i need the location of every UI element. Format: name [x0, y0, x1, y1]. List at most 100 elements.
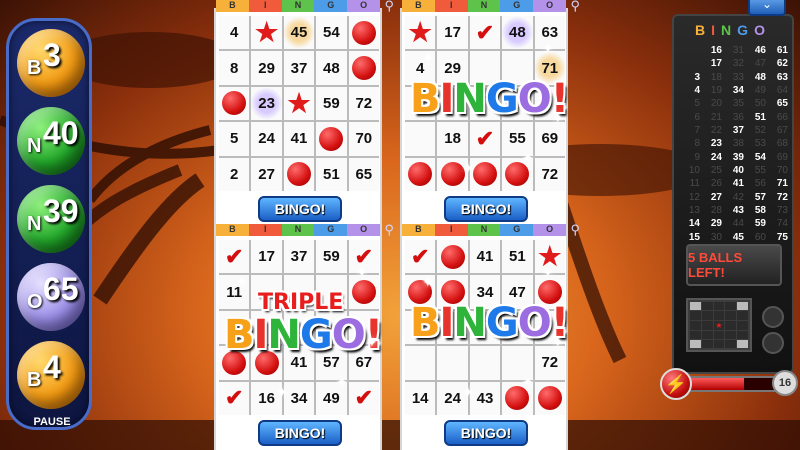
card-header-letter: G: [500, 0, 534, 12]
card-header-letter: N: [281, 224, 315, 236]
pattern-cell: [725, 311, 737, 320]
card-cell[interactable]: [405, 346, 436, 380]
card-cell[interactable]: 72: [348, 86, 379, 121]
card-cell[interactable]: 37: [283, 51, 315, 85]
called-number: 21: [710, 111, 722, 123]
check-daub-icon[interactable]: [469, 16, 501, 50]
card-cell[interactable]: 37: [283, 240, 315, 274]
card-cell[interactable]: 17: [437, 16, 468, 50]
called-number: 37: [732, 124, 744, 136]
red-daub-icon[interactable]: [283, 157, 315, 191]
called-number: 45: [732, 231, 744, 243]
red-daub-icon[interactable]: [348, 51, 379, 85]
card-header-letter: G: [500, 224, 534, 236]
card-cell[interactable]: 2: [219, 157, 250, 191]
zoom-icon[interactable]: ⚲: [570, 222, 580, 238]
card-cell[interactable]: 72: [534, 157, 565, 191]
check-daub-icon[interactable]: [405, 240, 436, 274]
zoom-icon[interactable]: ⚲: [384, 222, 394, 238]
pattern-cell: [713, 339, 725, 348]
card-cell[interactable]: 59: [316, 86, 347, 121]
card-cell[interactable]: 34: [283, 381, 315, 415]
card-cell[interactable]: 48: [316, 51, 347, 85]
card-cell[interactable]: 51: [502, 240, 533, 274]
red-daub-icon[interactable]: [405, 157, 436, 191]
called-balls-rail[interactable]: B 3 N 40 N 39 O 65 B 4 PAUSE: [6, 18, 92, 430]
card-cell[interactable]: 27: [251, 157, 282, 191]
ball-letter: B: [27, 57, 42, 79]
card-cell[interactable]: 29: [251, 51, 282, 85]
card-cell[interactable]: 17: [251, 240, 282, 274]
card-header-letter: B: [402, 0, 435, 12]
card-cell[interactable]: 70: [348, 122, 379, 156]
card-cell[interactable]: 23: [251, 86, 282, 121]
card-cell[interactable]: 65: [348, 157, 379, 191]
check-daub-icon[interactable]: [469, 122, 501, 156]
star-daub-icon[interactable]: [251, 16, 282, 50]
bingo-button[interactable]: BINGO!: [444, 420, 528, 446]
card-cell[interactable]: 59: [316, 240, 347, 274]
bingo-button[interactable]: BINGO!: [444, 196, 528, 222]
chevron-down-icon: ⌄: [761, 0, 773, 11]
red-daub-icon[interactable]: [348, 16, 379, 50]
pattern-cell: [690, 320, 701, 330]
sparkle-icon: ✦: [276, 384, 288, 400]
sparkle-icon: ✦: [462, 384, 474, 400]
sparkle-icon: ✦: [462, 160, 474, 176]
card-cell[interactable]: 41: [469, 240, 501, 274]
card-cell[interactable]: [437, 346, 468, 380]
red-daub-icon[interactable]: [437, 240, 468, 274]
card-cell[interactable]: [405, 122, 436, 156]
card-cell[interactable]: 51: [316, 157, 347, 191]
card-cell[interactable]: 41: [283, 122, 315, 156]
pattern-cell: [725, 320, 737, 330]
balls-left-indicator: 5 BALLS LEFT!: [686, 244, 782, 286]
card-cell[interactable]: 72: [534, 346, 565, 380]
card-cell[interactable]: 24: [251, 122, 282, 156]
zoom-icon[interactable]: ⚲: [570, 0, 580, 14]
ball-number: 39: [43, 193, 79, 229]
card-cell[interactable]: 54: [316, 16, 347, 50]
red-daub-icon[interactable]: [469, 157, 501, 191]
red-daub-icon[interactable]: [534, 381, 565, 415]
card-cell[interactable]: 48: [502, 16, 533, 50]
lightning-icon[interactable]: ⚡: [660, 368, 692, 400]
title-letter: N: [721, 22, 738, 38]
star-daub-icon[interactable]: [405, 16, 436, 50]
red-daub-icon[interactable]: [219, 86, 250, 121]
bingo-button[interactable]: BINGO!: [258, 196, 342, 222]
card-cell[interactable]: 18: [437, 122, 468, 156]
called-number: 40: [732, 164, 744, 176]
card-cell[interactable]: 69: [534, 122, 565, 156]
called-number: 64: [776, 84, 788, 96]
pattern-cell: [690, 302, 701, 311]
zoom-icon[interactable]: ⚲: [384, 0, 394, 14]
star-daub-icon[interactable]: [283, 86, 315, 121]
ball-number: 4: [43, 349, 61, 385]
pattern-cell: [701, 330, 713, 339]
called-number: 7: [694, 124, 700, 136]
card-cell[interactable]: 5: [219, 122, 250, 156]
card-cell[interactable]: 8: [219, 51, 250, 85]
card-cell[interactable]: 4: [219, 16, 250, 50]
called-ball: N 39: [17, 185, 85, 253]
check-daub-icon[interactable]: [348, 381, 379, 415]
menu-chevron-button[interactable]: ⌄: [748, 0, 786, 16]
bingo-button[interactable]: BINGO!: [258, 420, 342, 446]
card-cell[interactable]: [469, 346, 501, 380]
pattern-cell: [737, 311, 748, 320]
called-number: 50: [754, 98, 766, 110]
check-daub-icon[interactable]: [219, 240, 250, 274]
bingo-card: BINGO⚲4151344772142443BINGO!BINGO!✦✦✦✦✦: [400, 222, 580, 450]
pause-button[interactable]: PAUSE: [9, 416, 95, 428]
red-daub-icon[interactable]: [316, 122, 347, 156]
check-daub-icon[interactable]: [219, 381, 250, 415]
card-cell[interactable]: 45: [283, 16, 315, 50]
card-cell[interactable]: 43: [469, 381, 501, 415]
panel-title: BINGO: [674, 22, 792, 38]
power-up-meter[interactable]: ⚡ 16: [660, 368, 798, 400]
card-cell[interactable]: 14: [405, 381, 436, 415]
called-number: 26: [710, 178, 722, 190]
win-pattern-grid: ★: [686, 298, 752, 352]
called-number: 11: [689, 178, 700, 190]
